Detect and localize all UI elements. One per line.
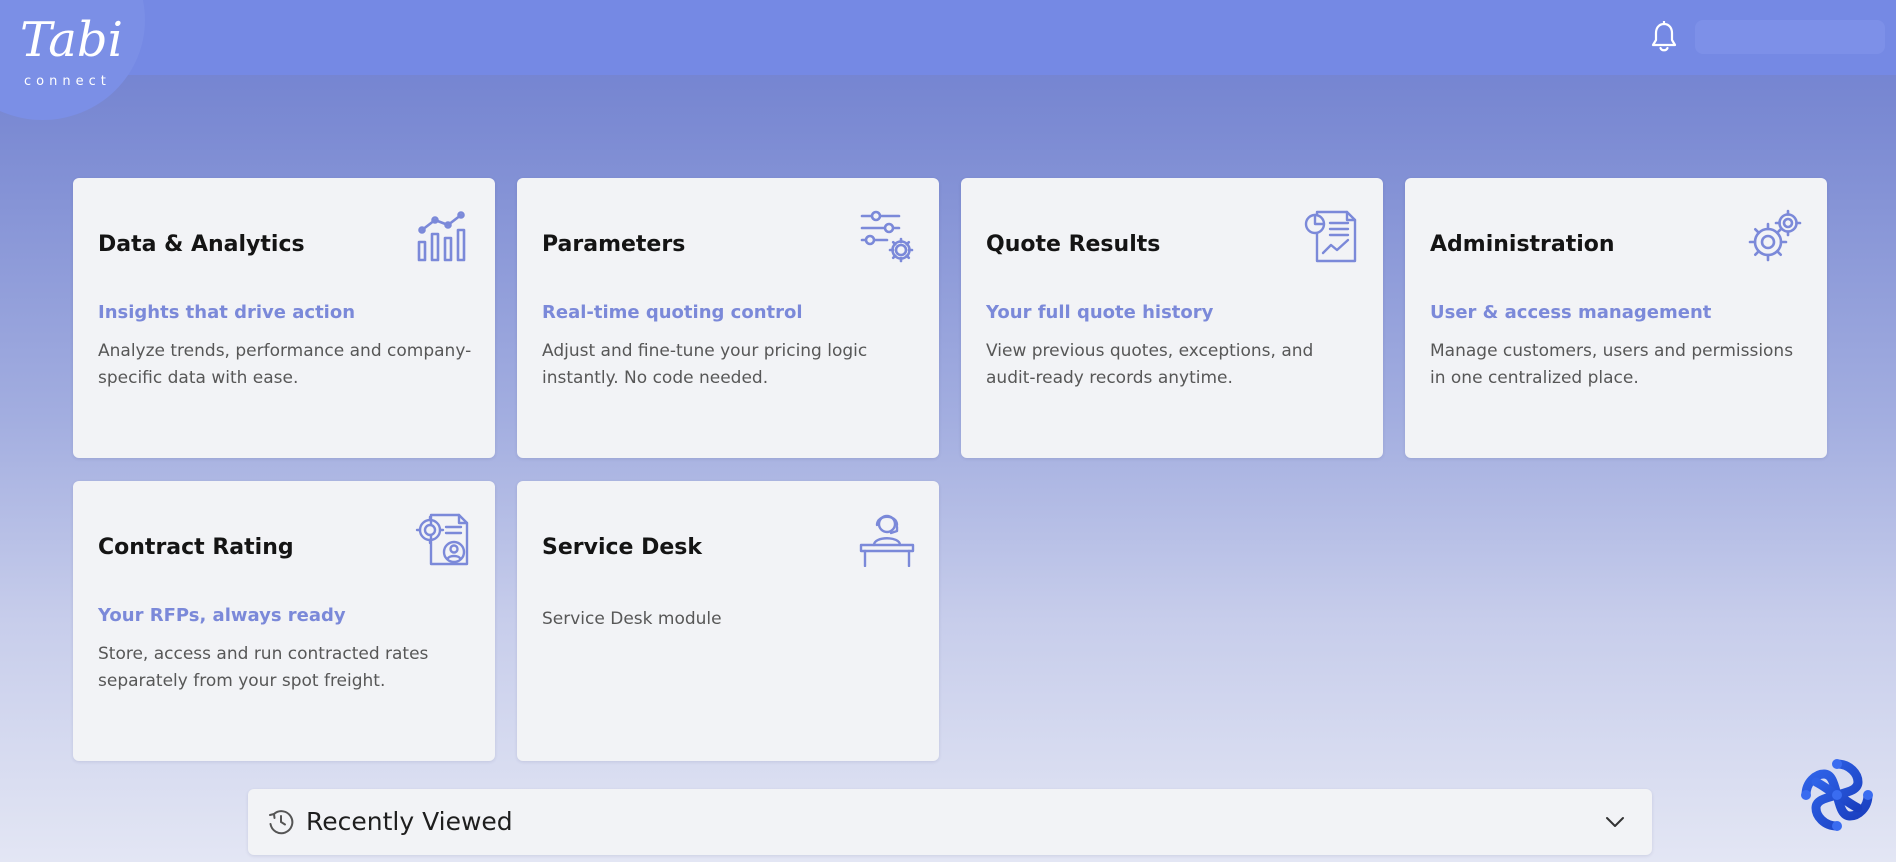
card-contract-rating[interactable]: Contract Rating Your RFPs, always ready … xyxy=(73,481,495,761)
analytics-chart-icon xyxy=(417,211,466,262)
card-data-analytics[interactable]: Data & Analytics Insights that drive act… xyxy=(73,178,495,458)
card-administration[interactable]: Administration User & access management … xyxy=(1405,178,1827,458)
card-subtitle: Your full quote history xyxy=(986,302,1214,323)
card-quote-results[interactable]: Quote Results Your full quote history Vi… xyxy=(961,178,1383,458)
card-title: Data & Analytics xyxy=(98,232,305,257)
chevron-down-icon[interactable] xyxy=(1604,811,1626,833)
recently-viewed-accordion[interactable]: Recently Viewed xyxy=(248,789,1652,855)
card-title: Administration xyxy=(1430,232,1615,257)
card-parameters[interactable]: Parameters Real-time quoting control Adj… xyxy=(517,178,939,458)
card-subtitle: Your RFPs, always ready xyxy=(98,605,346,626)
support-agent-desk-icon xyxy=(859,514,915,567)
card-subtitle: User & access management xyxy=(1430,302,1712,323)
card-description: Service Desk module xyxy=(542,609,722,629)
logo-sub-text: connect xyxy=(24,74,111,89)
card-description: Adjust and fine-tune your pricing logic … xyxy=(542,341,868,388)
user-menu[interactable] xyxy=(1695,20,1885,54)
card-title: Contract Rating xyxy=(98,535,294,560)
logo-main-text: Tabi xyxy=(20,12,123,68)
chat-assistant-icon[interactable] xyxy=(1798,756,1876,834)
bell-icon[interactable] xyxy=(1650,21,1678,53)
card-subtitle: Insights that drive action xyxy=(98,302,356,323)
card-subtitle: Real-time quoting control xyxy=(542,302,803,323)
top-bar: Tabi connect xyxy=(0,0,1896,120)
sliders-gear-icon xyxy=(860,210,914,263)
card-title: Parameters xyxy=(542,232,686,257)
gears-icon xyxy=(1748,209,1802,262)
card-description: Store, access and run contracted rates s… xyxy=(98,644,429,691)
card-description: Manage customers, users and permissions … xyxy=(1430,341,1794,388)
recently-viewed-label: Recently Viewed xyxy=(306,807,513,836)
history-clock-icon xyxy=(269,810,294,835)
card-service-desk[interactable]: Service Desk Service Desk module xyxy=(517,481,939,761)
card-description: Analyze trends, performance and company-… xyxy=(98,341,472,388)
card-title: Service Desk xyxy=(542,535,703,560)
contract-document-icon xyxy=(415,513,469,566)
card-description: View previous quotes, exceptions, and au… xyxy=(986,341,1314,388)
card-title: Quote Results xyxy=(986,232,1161,257)
report-document-icon xyxy=(1304,210,1357,263)
